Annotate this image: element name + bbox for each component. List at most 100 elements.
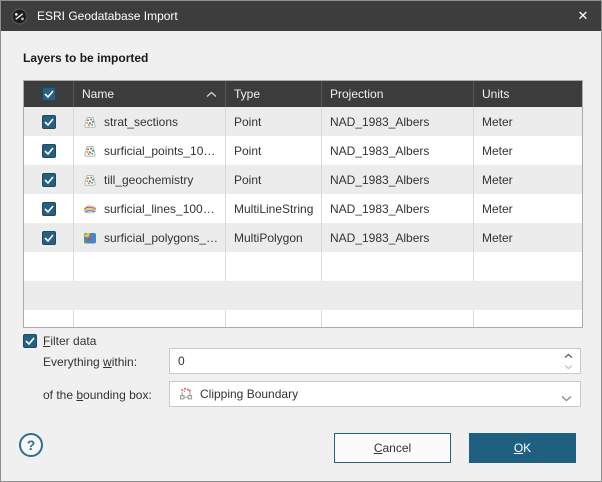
layer-projection-cell bbox=[322, 252, 474, 281]
layer-name-cell bbox=[74, 281, 226, 310]
lines-layer-icon bbox=[82, 201, 98, 217]
points-layer-icon bbox=[82, 143, 98, 159]
column-header-name[interactable]: Name bbox=[74, 81, 226, 107]
layer-units: Meter bbox=[482, 202, 513, 216]
spin-up-icon[interactable] bbox=[564, 350, 573, 361]
layer-units-cell: Meter bbox=[474, 107, 582, 136]
window-title: ESRI Geodatabase Import bbox=[37, 9, 178, 23]
layer-type-cell: Point bbox=[226, 165, 322, 194]
points-layer-icon bbox=[82, 172, 98, 188]
row-checkbox-cell bbox=[24, 165, 74, 194]
everything-within-input[interactable] bbox=[170, 349, 580, 373]
ok-button[interactable]: OK bbox=[469, 433, 576, 463]
layer-name: surficial_polygons_… bbox=[104, 231, 218, 245]
esri-geodatabase-import-dialog: ESRI Geodatabase Import ✕ Layers to be i… bbox=[0, 0, 602, 482]
row-checkbox[interactable] bbox=[42, 144, 56, 158]
row-checkbox-cell bbox=[24, 107, 74, 136]
layer-projection: NAD_1983_Albers bbox=[330, 173, 429, 187]
row-checkbox-cell bbox=[24, 252, 74, 281]
layer-units: Meter bbox=[482, 231, 513, 245]
layer-projection-cell: NAD_1983_Albers bbox=[322, 194, 474, 223]
layer-name-cell: surficial_polygons_… bbox=[74, 223, 226, 252]
layer-units: Meter bbox=[482, 115, 513, 129]
table-row[interactable]: surficial_points_10… Point NAD_1983_Albe… bbox=[24, 136, 582, 165]
row-checkbox-cell bbox=[24, 136, 74, 165]
table-row[interactable]: surficial_polygons_… MultiPolygon NAD_19… bbox=[24, 223, 582, 252]
layer-projection: NAD_1983_Albers bbox=[330, 231, 429, 245]
app-icon bbox=[11, 8, 28, 25]
layer-type-cell: MultiPolygon bbox=[226, 223, 322, 252]
layer-name-cell: surficial_points_10… bbox=[74, 136, 226, 165]
layer-projection-cell: NAD_1983_Albers bbox=[322, 136, 474, 165]
row-checkbox[interactable] bbox=[42, 115, 56, 129]
cancel-button[interactable]: Cancel bbox=[334, 433, 451, 463]
close-icon[interactable]: ✕ bbox=[565, 1, 601, 31]
layer-type-cell bbox=[226, 281, 322, 310]
sort-ascending-icon bbox=[206, 91, 217, 98]
layer-projection-cell bbox=[322, 310, 474, 328]
column-header-type-label: Type bbox=[234, 87, 260, 101]
bounding-box-dropdown[interactable]: Clipping Boundary bbox=[169, 381, 581, 407]
layer-units-cell: Meter bbox=[474, 223, 582, 252]
layer-name-cell: strat_sections bbox=[74, 107, 226, 136]
spin-down-icon[interactable] bbox=[564, 361, 573, 372]
layer-name: surficial_lines_100… bbox=[104, 202, 215, 216]
chevron-down-icon bbox=[561, 391, 572, 405]
layer-projection: NAD_1983_Albers bbox=[330, 144, 429, 158]
layers-table: Name Type Projection Units bbox=[23, 80, 583, 328]
layer-units-cell: Meter bbox=[474, 136, 582, 165]
empty-table-row bbox=[24, 281, 582, 310]
layer-name-cell bbox=[74, 252, 226, 281]
layer-type-cell: Point bbox=[226, 136, 322, 165]
layer-name: till_geochemistry bbox=[104, 173, 193, 187]
everything-within-field bbox=[169, 348, 581, 374]
filter-data-checkbox[interactable] bbox=[23, 334, 37, 348]
empty-table-row bbox=[24, 252, 582, 281]
row-checkbox[interactable] bbox=[42, 202, 56, 216]
row-checkbox-cell bbox=[24, 281, 74, 310]
column-header-name-label: Name bbox=[82, 87, 114, 101]
layer-name-cell: surficial_lines_100… bbox=[74, 194, 226, 223]
table-row[interactable]: strat_sections Point NAD_1983_Albers Met… bbox=[24, 107, 582, 136]
row-checkbox-cell bbox=[24, 310, 74, 328]
layer-type: Point bbox=[234, 144, 261, 158]
table-body: strat_sections Point NAD_1983_Albers Met… bbox=[24, 107, 582, 328]
column-header-units[interactable]: Units bbox=[474, 81, 582, 107]
select-all-checkbox[interactable] bbox=[42, 87, 56, 101]
table-header-row: Name Type Projection Units bbox=[24, 81, 582, 107]
layer-type: MultiLineString bbox=[234, 202, 313, 216]
everything-within-label: Everything within: bbox=[43, 355, 137, 369]
column-header-projection-label: Projection bbox=[330, 87, 383, 101]
column-header-type[interactable]: Type bbox=[226, 81, 322, 107]
layer-projection: NAD_1983_Albers bbox=[330, 202, 429, 216]
help-button[interactable]: ? bbox=[19, 433, 43, 457]
layer-projection: NAD_1983_Albers bbox=[330, 115, 429, 129]
layer-projection-cell bbox=[322, 281, 474, 310]
filter-data-checkbox-row[interactable]: Filter data bbox=[23, 334, 96, 348]
table-row[interactable]: surficial_lines_100… MultiLineString NAD… bbox=[24, 194, 582, 223]
layer-name: strat_sections bbox=[104, 115, 178, 129]
layer-units-cell: Meter bbox=[474, 194, 582, 223]
layer-projection-cell: NAD_1983_Albers bbox=[322, 107, 474, 136]
bounding-box-label: of the bounding box: bbox=[43, 388, 152, 402]
table-row[interactable]: till_geochemistry Point NAD_1983_Albers … bbox=[24, 165, 582, 194]
spinner bbox=[558, 350, 578, 372]
select-all-header[interactable] bbox=[24, 81, 74, 107]
layer-units-cell: Meter bbox=[474, 165, 582, 194]
layer-type: Point bbox=[234, 115, 261, 129]
empty-table-row bbox=[24, 310, 582, 328]
row-checkbox[interactable] bbox=[42, 231, 56, 245]
layer-type: MultiPolygon bbox=[234, 231, 303, 245]
title-bar: ESRI Geodatabase Import ✕ bbox=[1, 1, 601, 31]
column-header-projection[interactable]: Projection bbox=[322, 81, 474, 107]
row-checkbox-cell bbox=[24, 194, 74, 223]
layer-units-cell bbox=[474, 310, 582, 328]
layer-units-cell bbox=[474, 281, 582, 310]
layer-name-cell bbox=[74, 310, 226, 328]
layer-type-cell bbox=[226, 310, 322, 328]
filter-data-label: Filter data bbox=[43, 334, 96, 348]
layer-type-cell: MultiLineString bbox=[226, 194, 322, 223]
row-checkbox[interactable] bbox=[42, 173, 56, 187]
polygons-layer-icon bbox=[82, 230, 98, 246]
bounding-box-value: Clipping Boundary bbox=[200, 387, 298, 401]
